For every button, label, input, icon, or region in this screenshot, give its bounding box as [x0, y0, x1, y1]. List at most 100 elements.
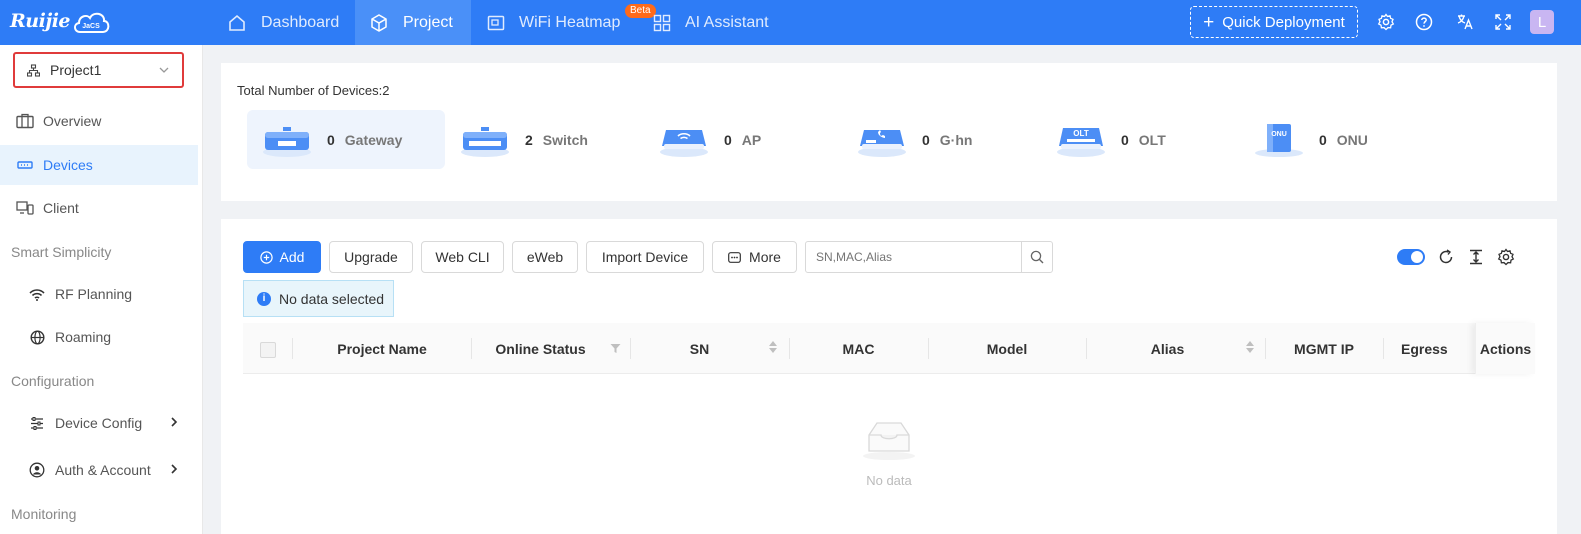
gateway-label: Gateway: [344, 131, 403, 148]
table-settings-icon[interactable]: [1497, 248, 1515, 266]
settings-icon[interactable]: [1376, 12, 1396, 32]
chevron-right-icon: [171, 464, 178, 474]
svg-text:JaCS: JaCS: [82, 23, 100, 30]
upgrade-button[interactable]: Upgrade: [329, 241, 413, 273]
switch-device-icon: [17, 161, 33, 169]
more-button[interactable]: More: [712, 241, 797, 273]
olt-device-icon: OLT: [1057, 127, 1105, 157]
selection-info-alert: i No data selected: [243, 280, 394, 317]
nav-ai-assistant[interactable]: AI Assistant: [645, 0, 795, 45]
logo-text: Ruijie: [10, 10, 71, 32]
empty-inbox-icon: [861, 419, 917, 464]
col-project-name: Project Name: [337, 340, 427, 357]
switch-label: Switch: [542, 131, 588, 148]
nav-wifi-heatmap-label: WiFi Heatmap: [519, 13, 621, 31]
sidebar-item-roaming[interactable]: Roaming: [0, 317, 198, 357]
briefcase-icon: [16, 113, 34, 129]
col-alias: Alias: [1150, 340, 1185, 357]
onu-label: ONU: [1336, 131, 1368, 148]
filter-icon[interactable]: [610, 343, 621, 354]
sitemap-icon: [27, 63, 40, 77]
sidebar-item-roaming-label: Roaming: [55, 329, 112, 345]
quick-deployment-button[interactable]: + Quick Deployment: [1190, 6, 1358, 38]
project-select-value: Project1: [50, 62, 102, 78]
column-height-icon[interactable]: [1467, 248, 1485, 266]
heatmap-icon: [487, 15, 505, 30]
sidebar-item-device-config[interactable]: Device Config: [0, 403, 198, 443]
ap-count: 0: [724, 131, 732, 148]
col-model: Model: [986, 340, 1028, 357]
cube-icon: [371, 13, 387, 32]
device-tile-switch[interactable]: 2 Switch: [445, 110, 643, 169]
sn-sort-icon[interactable]: [769, 341, 777, 353]
device-tile-onu[interactable]: ONU 0 ONU: [1239, 110, 1437, 169]
table-header: Project Name Online Status SN MAC Model …: [243, 323, 1535, 374]
selection-info-text: No data selected: [279, 290, 385, 307]
device-tile-ghn[interactable]: 0 G·hn: [842, 110, 1040, 169]
col-mgmt-ip: MGMT IP: [1294, 340, 1354, 357]
select-all-checkbox[interactable]: [260, 342, 276, 358]
quick-deployment-label: Quick Deployment: [1222, 13, 1345, 31]
avatar[interactable]: L: [1530, 10, 1554, 34]
device-tile-olt[interactable]: OLT 0 OLT: [1041, 110, 1239, 169]
sidebar-item-device-config-label: Device Config: [55, 415, 143, 431]
nav-dashboard[interactable]: Dashboard: [213, 0, 355, 45]
sidebar-item-devices-label: Devices: [43, 157, 93, 173]
group-smart-simplicity: Smart Simplicity: [11, 244, 112, 260]
svg-text:OLT: OLT: [1073, 129, 1089, 138]
device-tile-ap[interactable]: 0 AP: [644, 110, 842, 169]
auto-refresh-toggle[interactable]: [1397, 249, 1425, 265]
search-icon: [1030, 250, 1044, 264]
sidebar-item-overview[interactable]: Overview: [0, 101, 198, 141]
user-circle-icon: [29, 462, 45, 478]
chevron-right-icon: [171, 417, 178, 427]
col-sn: SN: [689, 340, 710, 357]
sidebar-item-auth-account[interactable]: Auth & Account: [0, 450, 198, 490]
plus-circle-icon: [259, 250, 273, 264]
nav-wifi-heatmap[interactable]: WiFi Heatmap: [471, 0, 643, 45]
fullscreen-icon[interactable]: [1493, 12, 1513, 32]
alias-sort-icon[interactable]: [1246, 341, 1254, 353]
sidebar-item-rf-planning[interactable]: RF Planning: [0, 274, 198, 314]
olt-label: OLT: [1138, 131, 1166, 148]
chevron-down-icon: [159, 67, 169, 73]
ap-label: AP: [741, 131, 762, 148]
device-list-card: Add Upgrade Web CLI eWeb Import Device M…: [221, 219, 1557, 534]
group-monitoring: Monitoring: [11, 506, 77, 522]
ghn-device-icon: [858, 129, 906, 157]
col-online-status: Online Status: [495, 340, 586, 357]
refresh-icon[interactable]: [1437, 248, 1455, 266]
col-actions: Actions: [1475, 323, 1535, 374]
ruijie-logo[interactable]: Ruijie JaCS: [10, 8, 110, 36]
sidebar-item-client[interactable]: Client: [0, 188, 198, 228]
sliders-icon: [31, 416, 43, 430]
olt-count: 0: [1121, 131, 1129, 148]
sidebar-item-devices[interactable]: Devices: [0, 145, 198, 185]
client-devices-icon: [16, 201, 34, 215]
language-icon[interactable]: [1455, 12, 1475, 32]
device-summary-card: Total Number of Devices:2 0 Gateway 2 Sw…: [221, 63, 1557, 201]
web-cli-button[interactable]: Web CLI: [421, 241, 504, 273]
gateway-count: 0: [327, 131, 335, 148]
grid-icon: [653, 14, 671, 31]
device-tile-gateway[interactable]: 0 Gateway: [247, 110, 445, 169]
nav-dashboard-label: Dashboard: [261, 13, 340, 31]
svg-text:ONU: ONU: [1271, 131, 1287, 138]
switch-device-icon: [461, 126, 509, 157]
group-configuration: Configuration: [11, 373, 95, 389]
sidebar-item-overview-label: Overview: [43, 113, 102, 129]
help-icon[interactable]: [1414, 12, 1434, 32]
switch-count: 2: [525, 131, 533, 148]
more-button-label: More: [749, 249, 781, 265]
plus-icon: +: [1203, 11, 1215, 33]
project-select[interactable]: Project1: [13, 52, 184, 88]
device-search: [805, 241, 1053, 273]
search-input[interactable]: [806, 242, 1022, 272]
search-button[interactable]: [1021, 242, 1052, 272]
nav-ai-assistant-label: AI Assistant: [685, 13, 769, 31]
import-device-button[interactable]: Import Device: [586, 241, 704, 273]
eweb-button[interactable]: eWeb: [512, 241, 578, 273]
sidebar-item-rf-planning-label: RF Planning: [55, 286, 133, 302]
nav-project[interactable]: Project: [355, 0, 471, 45]
add-button[interactable]: Add: [243, 241, 321, 273]
